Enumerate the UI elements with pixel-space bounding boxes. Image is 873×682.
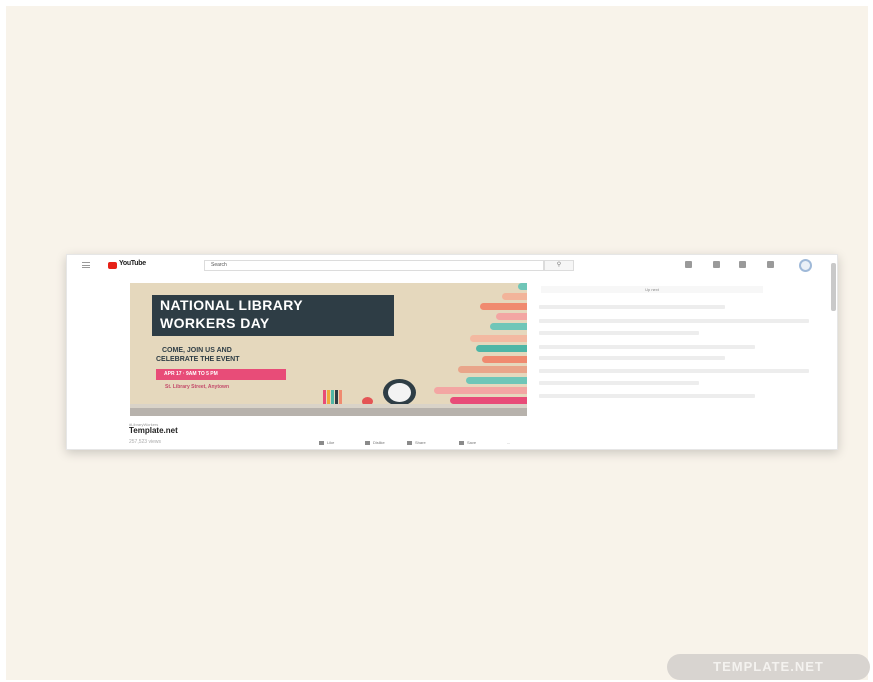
video-title-line-2: WORKERS DAY [160, 315, 270, 331]
youtube-logo-text[interactable]: YouTube [119, 260, 146, 267]
search-button[interactable]: ⚲ [544, 260, 574, 271]
view-count: 257,523 views [129, 439, 161, 445]
dislike-button[interactable]: Dislike [365, 440, 385, 445]
youtube-window-mockup: YouTube Search ⚲ NATIONAL LIBRARY WORKER… [66, 254, 838, 450]
book-shape [480, 303, 527, 310]
sidebar-placeholder-line[interactable] [539, 305, 725, 309]
dislike-label: Dislike [373, 440, 385, 445]
share-label: Share [415, 440, 426, 445]
chat-icon[interactable] [739, 261, 746, 268]
like-button[interactable]: Like [319, 440, 334, 445]
sidebar-placeholder-line[interactable] [539, 369, 809, 373]
avatar[interactable] [799, 259, 812, 272]
book-shape [434, 387, 527, 394]
book-shape [496, 313, 527, 320]
share-button[interactable]: Share [407, 440, 426, 445]
upload-icon[interactable] [685, 261, 692, 268]
hamburger-menu-icon[interactable] [82, 262, 90, 268]
search-input[interactable]: Search [204, 260, 544, 271]
sidebar-header: Up next [541, 286, 763, 293]
more-label: ... [507, 440, 511, 445]
sidebar-placeholder-line[interactable] [539, 394, 755, 398]
apps-icon[interactable] [713, 261, 720, 268]
book-shape [458, 366, 527, 373]
book-shape [518, 283, 527, 290]
save-button[interactable]: Save [459, 440, 476, 445]
video-player[interactable]: NATIONAL LIBRARY WORKERS DAY COME, JOIN … [130, 283, 527, 416]
page-background: YouTube Search ⚲ NATIONAL LIBRARY WORKER… [6, 6, 870, 680]
template-net-watermark: TEMPLATE.NET [667, 654, 870, 680]
shelf [130, 408, 527, 416]
sidebar-placeholder-line[interactable] [539, 319, 809, 323]
sidebar-placeholder-line[interactable] [539, 331, 699, 335]
book-shape [482, 356, 527, 363]
book-shape [450, 397, 527, 404]
youtube-logo-icon[interactable] [108, 262, 117, 269]
save-label: Save [467, 440, 477, 445]
book-shape [502, 293, 527, 300]
clock-face [388, 383, 411, 402]
book-shape [490, 323, 527, 330]
book-shape [470, 335, 527, 342]
book-shape [466, 377, 527, 384]
video-subtitle-line-1: COME, JOIN US AND [162, 347, 232, 354]
like-label: Like [327, 440, 335, 445]
date-ribbon: APR 17 · 9AM TO 5 PM [156, 369, 286, 380]
save-icon [459, 440, 464, 445]
sidebar-placeholder-line[interactable] [539, 356, 725, 360]
thumbs-down-icon [365, 440, 370, 445]
video-title-line-1: NATIONAL LIBRARY [160, 297, 304, 313]
channel-name[interactable]: Template.net [129, 426, 178, 435]
video-subtitle-line-2: CELEBRATE THE EVENT [156, 356, 240, 363]
scrollbar[interactable] [831, 263, 836, 311]
alarm-clock-icon [383, 379, 416, 406]
notifications-icon[interactable] [767, 261, 774, 268]
sidebar-placeholder-line[interactable] [539, 381, 699, 385]
share-icon [407, 440, 412, 445]
more-button[interactable]: ... [507, 440, 510, 445]
youtube-topbar: YouTube Search ⚲ [67, 255, 837, 275]
thumbs-up-icon [319, 440, 324, 445]
book-shape [476, 345, 527, 352]
venue-text: St. Library Street, Anytown [165, 384, 229, 390]
sidebar-placeholder-line[interactable] [539, 345, 755, 349]
